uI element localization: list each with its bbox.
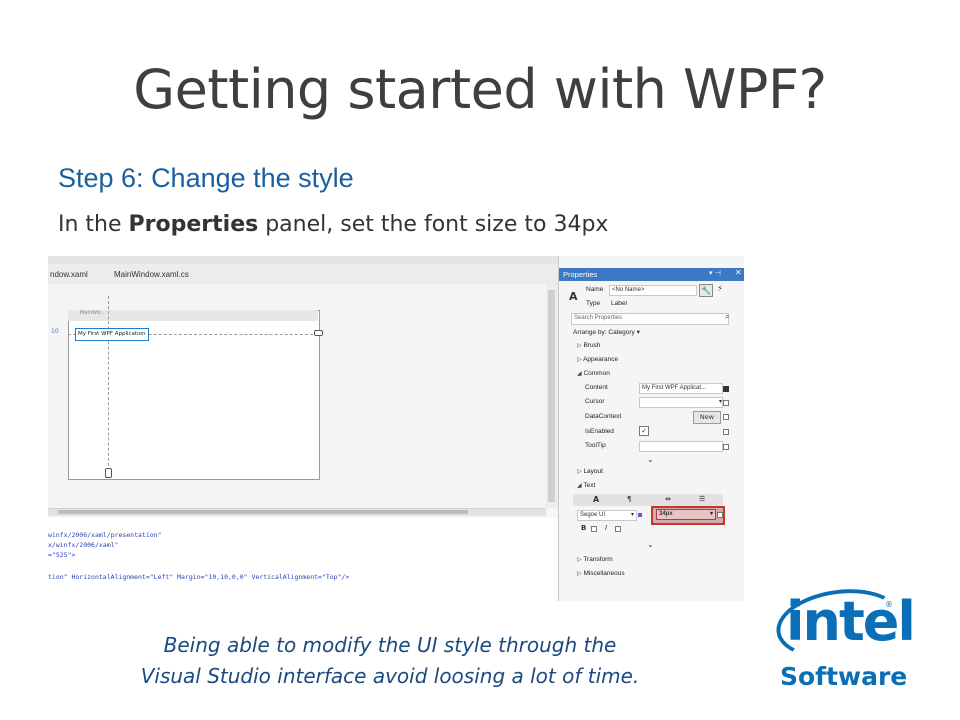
property-marker-icon[interactable] [615, 526, 621, 532]
pin-icon[interactable]: ▾ ⊣ [709, 269, 721, 277]
xaml-line: winfx/2006/xaml/presentation" [48, 531, 162, 539]
designer-vertical-scroll-thumb[interactable] [548, 290, 555, 502]
window-title-text: MainWin... [80, 310, 107, 316]
datacontext-label: DataContext [585, 413, 622, 420]
expand-icon: ▷ [577, 357, 582, 363]
type-label: Type [586, 300, 601, 307]
content-label: Content [585, 384, 608, 391]
selected-label-control[interactable]: My First WPF Application [75, 328, 149, 341]
type-value: Label [611, 300, 627, 307]
name-field[interactable]: <No Name> [609, 285, 697, 296]
property-marker-icon[interactable] [717, 512, 723, 518]
resize-handle-icon[interactable] [105, 468, 112, 478]
content-field[interactable]: My First WPF Applicat... [639, 383, 723, 394]
section-common[interactable]: ◢ Common [577, 370, 610, 377]
toolbar-strip [48, 256, 558, 264]
margin-guide-vertical [108, 296, 109, 476]
arrange-by-dropdown[interactable]: Arrange by: Category ▾ [573, 328, 640, 336]
property-marker-icon[interactable] [638, 513, 642, 517]
caption-line-2: Visual Studio interface avoid loosing a … [140, 664, 640, 688]
section-text[interactable]: ◢ Text [577, 482, 595, 489]
tab-mainwindow-xaml[interactable]: ndow.xaml [50, 270, 88, 279]
tab-mainwindow-xaml-cs[interactable]: MainWindow.xaml.cs [114, 270, 189, 279]
xaml-editor[interactable]: winfx/2006/xaml/presentation" x/winfx/20… [48, 518, 558, 601]
close-icon[interactable]: ✕ [735, 268, 742, 277]
section-transform[interactable]: ▷ Transform [577, 556, 613, 563]
anchor-handle-icon[interactable] [314, 330, 323, 336]
step-title: Step 6: Change the style [58, 163, 354, 193]
cursor-label: Cursor [585, 398, 605, 405]
spacing-tab-icon[interactable]: ⇹ [665, 495, 671, 503]
instruction-bold: Properties [128, 212, 259, 237]
font-tab-icon[interactable]: A [593, 495, 599, 504]
designer-horizontal-scroll-thumb[interactable] [58, 510, 468, 514]
bold-button[interactable]: B [581, 524, 586, 532]
visual-studio-screenshot: ndow.xaml MainWindow.xaml.cs MainWin... … [48, 256, 744, 601]
xaml-designer: ndow.xaml MainWindow.xaml.cs MainWin... … [48, 256, 558, 601]
intel-logo-word: intel [786, 590, 916, 653]
label-type-icon: A [569, 290, 578, 303]
instruction-pre: In the [58, 212, 129, 237]
caption: Being able to modify the UI style throug… [90, 630, 690, 692]
wrench-icon[interactable]: 🔧 [699, 284, 713, 297]
tooltip-field[interactable] [639, 441, 723, 452]
section-layout[interactable]: ▷ Layout [577, 468, 603, 475]
expand-icon: ▷ [577, 343, 582, 349]
cursor-dropdown[interactable]: ▾ [639, 397, 723, 408]
xaml-line: tion" HorizontalAlignment="Left" Margin=… [48, 573, 350, 581]
events-icon[interactable]: ⚡ [715, 284, 725, 295]
property-marker-icon[interactable] [591, 526, 597, 532]
trademark-symbol: ® [885, 600, 893, 609]
font-size-field[interactable]: 34px ▾ [656, 509, 716, 520]
search-icon[interactable]: ⌕ [725, 312, 729, 322]
chevron-down-icon[interactable]: ⌄ [647, 540, 654, 549]
property-marker-icon[interactable] [723, 400, 729, 406]
caption-line-1: Being able to modify the UI style throug… [163, 633, 617, 657]
isenabled-label: IsEnabled [585, 428, 614, 435]
section-brush[interactable]: ▷ Brush [577, 342, 600, 349]
chevron-down-icon[interactable]: ⌄ [647, 455, 654, 464]
expand-icon: ▷ [577, 571, 582, 577]
section-miscellaneous[interactable]: ▷ Miscellaneous [577, 570, 625, 577]
italic-button[interactable]: I [605, 524, 607, 532]
property-marker-icon[interactable] [723, 429, 729, 435]
collapse-icon: ◢ [577, 371, 582, 377]
search-properties-input[interactable]: Search Properties [571, 313, 729, 325]
property-marker-icon[interactable] [723, 386, 729, 392]
new-button[interactable]: New [693, 411, 721, 424]
name-label: Name [586, 286, 604, 293]
window-title-bar: MainWin... [68, 310, 318, 321]
expand-icon: ▷ [577, 469, 582, 475]
xaml-line: ="525"> [48, 551, 76, 559]
expand-icon: ▷ [577, 557, 582, 563]
properties-panel: Properties ▾ ⊣ ✕ A Name <No Name> 🔧 ⚡ Ty… [558, 256, 744, 601]
instruction-text: In the Properties panel, set the font si… [58, 212, 608, 237]
section-appearance[interactable]: ▷ Appearance [577, 356, 618, 363]
isenabled-checkbox[interactable]: ✓ [639, 426, 649, 436]
property-marker-icon[interactable] [723, 414, 729, 420]
font-family-dropdown[interactable]: Segoe UI ▾ [577, 510, 637, 521]
xaml-line: x/winfx/2006/xaml" [48, 541, 119, 549]
list-tab-icon[interactable]: ☰ [699, 495, 705, 503]
slide-title: Getting started with WPF? [133, 58, 827, 121]
paragraph-tab-icon[interactable]: ¶ [627, 495, 631, 503]
margin-value: 10 [51, 328, 59, 335]
instruction-post: panel, set the font size to 34px [258, 212, 609, 237]
collapse-icon: ◢ [577, 483, 582, 489]
intel-software-word: Software [780, 662, 908, 691]
tooltip-label: ToolTip [585, 442, 606, 449]
property-marker-icon[interactable] [723, 444, 729, 450]
